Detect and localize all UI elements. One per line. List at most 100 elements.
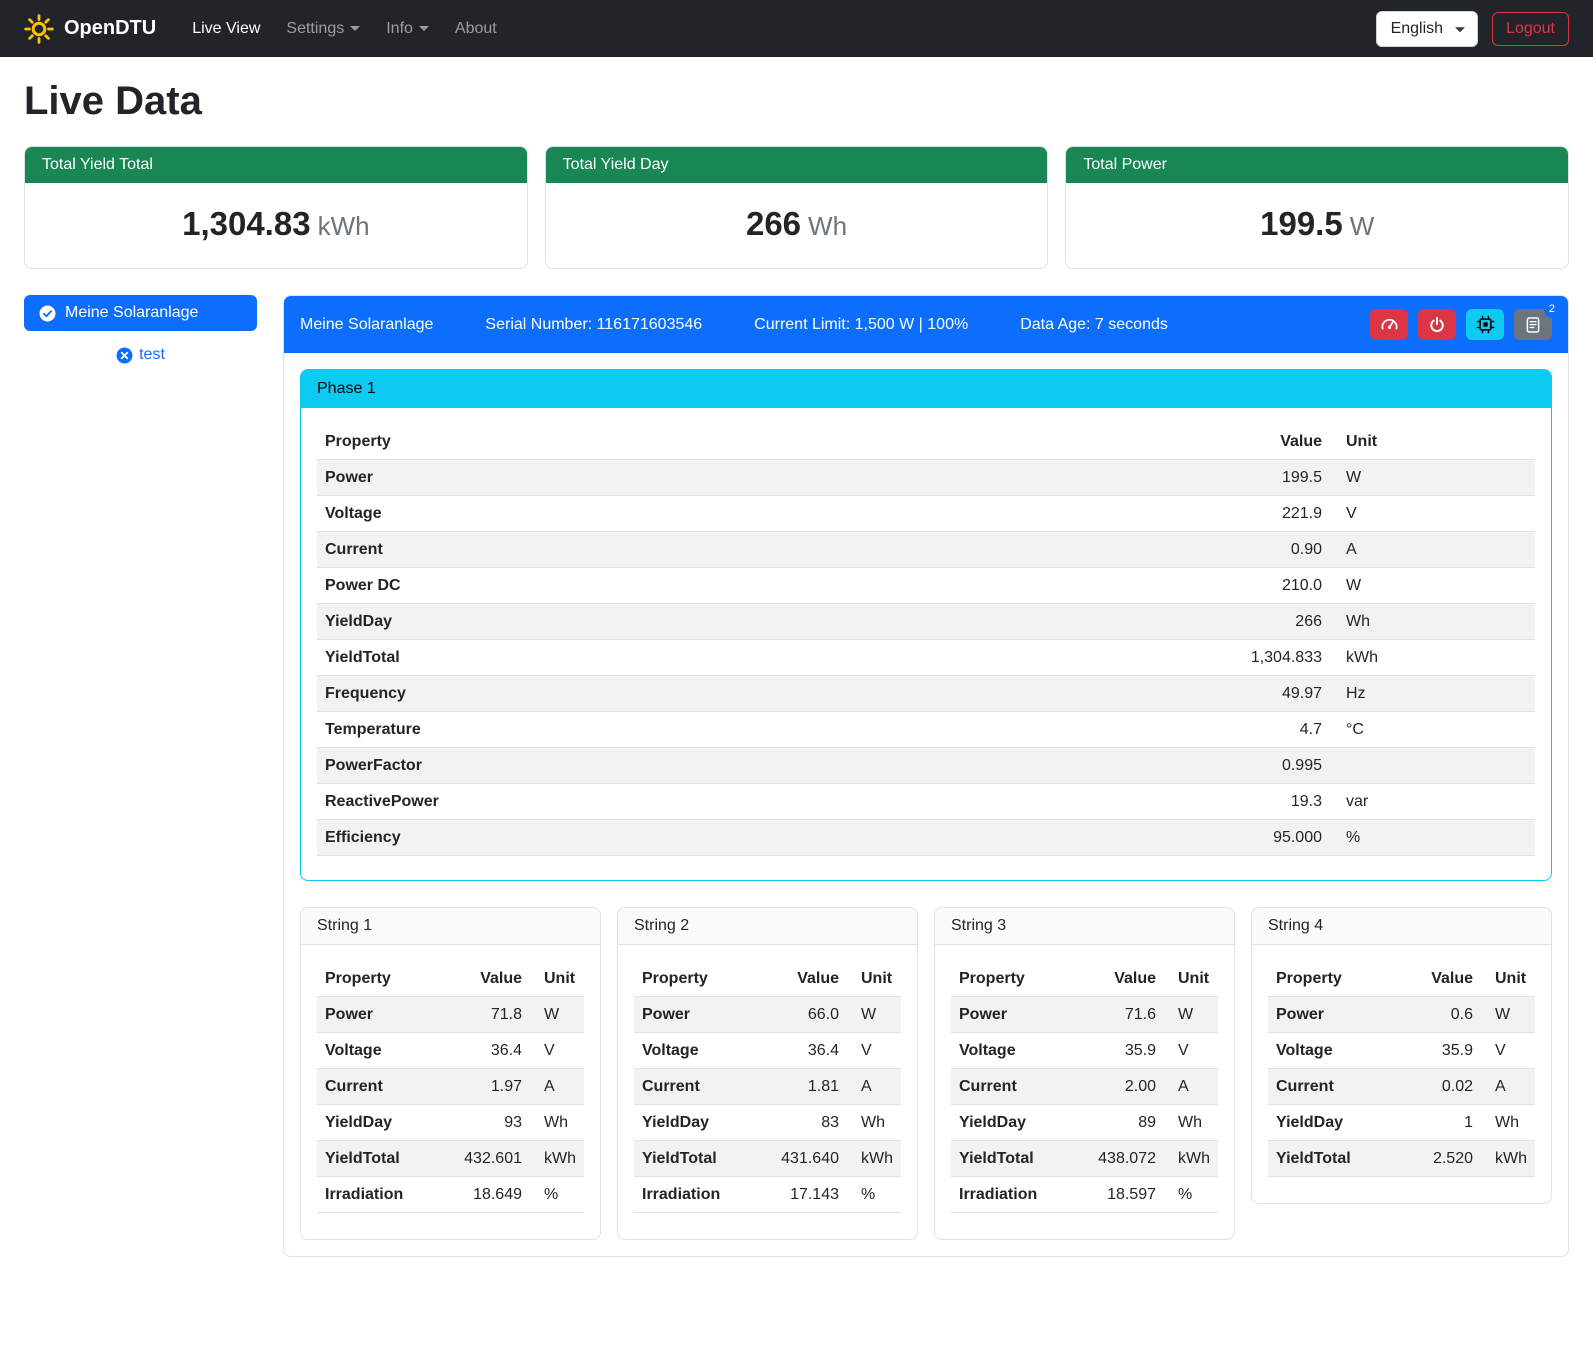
table-row: Power71.8W bbox=[317, 997, 584, 1033]
inverter-header-buttons: 2 bbox=[1370, 309, 1552, 340]
string-card-header: String 4 bbox=[1252, 908, 1551, 945]
column-header-value: Value bbox=[1140, 424, 1330, 460]
nav-item-about[interactable]: About bbox=[445, 12, 507, 46]
logout-button[interactable]: Logout bbox=[1492, 12, 1569, 46]
page-title: Live Data bbox=[24, 79, 1569, 124]
cell-unit: kWh bbox=[1164, 1141, 1218, 1177]
table-row: Efficiency95.000% bbox=[317, 820, 1535, 856]
cell-unit: kWh bbox=[847, 1141, 901, 1177]
table-row: YieldTotal2.520kWh bbox=[1268, 1141, 1535, 1177]
cell-value: 210.0 bbox=[1140, 568, 1330, 604]
cell-unit: Wh bbox=[847, 1105, 901, 1141]
cell-property: Voltage bbox=[317, 496, 1140, 532]
string-table: Property Value Unit Power66.0WVoltage36.… bbox=[634, 961, 901, 1213]
nav-item-live-view[interactable]: Live View bbox=[182, 12, 270, 46]
cell-property: Current bbox=[317, 532, 1140, 568]
table-row: Power71.6W bbox=[951, 997, 1218, 1033]
cell-property: Voltage bbox=[1268, 1033, 1409, 1069]
table-row: Current1.97A bbox=[317, 1069, 584, 1105]
cell-property: Voltage bbox=[951, 1033, 1090, 1069]
table-row: Power DC210.0W bbox=[317, 568, 1535, 604]
language-select[interactable]: English bbox=[1376, 11, 1478, 47]
cell-value: 4.7 bbox=[1140, 712, 1330, 748]
string-table-body: Power66.0WVoltage36.4VCurrent1.81AYieldD… bbox=[634, 997, 901, 1213]
journal-icon bbox=[1524, 316, 1542, 334]
nav-item-label: About bbox=[455, 20, 497, 38]
column-header-property: Property bbox=[951, 961, 1090, 997]
table-row: Current2.00A bbox=[951, 1069, 1218, 1105]
cell-value: 35.9 bbox=[1409, 1033, 1481, 1069]
cell-unit: A bbox=[847, 1069, 901, 1105]
cell-unit: V bbox=[1481, 1033, 1535, 1069]
cell-value: 35.9 bbox=[1090, 1033, 1164, 1069]
cell-property: YieldDay bbox=[317, 1105, 456, 1141]
column-header-value: Value bbox=[456, 961, 530, 997]
cell-unit: Wh bbox=[530, 1105, 584, 1141]
cell-property: Irradiation bbox=[951, 1177, 1090, 1213]
cell-unit: V bbox=[530, 1033, 584, 1069]
table-header-row: Property Value Unit bbox=[634, 961, 901, 997]
cell-unit: % bbox=[1164, 1177, 1218, 1213]
cell-property: YieldDay bbox=[634, 1105, 773, 1141]
check-circle-icon bbox=[39, 305, 56, 322]
device-info-button[interactable] bbox=[1466, 309, 1504, 340]
cell-property: YieldTotal bbox=[317, 640, 1140, 676]
table-row: Voltage35.9V bbox=[1268, 1033, 1535, 1069]
nav-item-label: Settings bbox=[286, 20, 344, 38]
inverter-panel-header: Meine Solaranlage Serial Number: 1161716… bbox=[284, 296, 1568, 353]
table-row: Irradiation18.649% bbox=[317, 1177, 584, 1213]
cell-value: 1.81 bbox=[773, 1069, 847, 1105]
cell-value: 431.640 bbox=[773, 1141, 847, 1177]
nav-item-settings[interactable]: Settings bbox=[276, 12, 370, 46]
table-header-row: Property Value Unit bbox=[317, 961, 584, 997]
top-navbar: OpenDTU Live View Settings Info About En… bbox=[0, 0, 1593, 57]
string-card-2: String 2 Property Value Unit bbox=[617, 907, 918, 1240]
cell-value: 66.0 bbox=[773, 997, 847, 1033]
strings-row: String 1 Property Value Unit bbox=[300, 907, 1552, 1240]
phase-card-body: Property Value Unit Power199.5WVoltage22… bbox=[301, 408, 1551, 880]
limit-settings-button[interactable] bbox=[1370, 309, 1408, 340]
cell-unit: A bbox=[1481, 1069, 1535, 1105]
table-row: Voltage221.9V bbox=[317, 496, 1535, 532]
cell-value: 83 bbox=[773, 1105, 847, 1141]
nav-item-info[interactable]: Info bbox=[376, 12, 439, 46]
cell-unit: kWh bbox=[1330, 640, 1535, 676]
cell-property: Power bbox=[951, 997, 1090, 1033]
cell-value: 432.601 bbox=[456, 1141, 530, 1177]
cell-value: 266 bbox=[1140, 604, 1330, 640]
string-card-header: String 1 bbox=[301, 908, 600, 945]
cpu-icon bbox=[1476, 315, 1495, 334]
string-card-body: Property Value Unit Power0.6WVoltage35.9… bbox=[1252, 945, 1551, 1203]
cell-value: 0.90 bbox=[1140, 532, 1330, 568]
cell-value: 0.995 bbox=[1140, 748, 1330, 784]
cell-value: 71.8 bbox=[456, 997, 530, 1033]
cell-unit: Wh bbox=[1164, 1105, 1218, 1141]
cell-value: 89 bbox=[1090, 1105, 1164, 1141]
summary-cards: Total Yield Total 1,304.83kWh Total Yiel… bbox=[24, 146, 1569, 269]
column-header-unit: Unit bbox=[1164, 961, 1218, 997]
inverter-sidebar: Meine Solaranlage test bbox=[24, 295, 257, 364]
cell-unit bbox=[1330, 748, 1535, 784]
phase-card: Phase 1 Property Value Unit Power199.5WV… bbox=[300, 369, 1552, 881]
string-table-body: Power71.6WVoltage35.9VCurrent2.00AYieldD… bbox=[951, 997, 1218, 1213]
inverter-select-button[interactable]: Meine Solaranlage bbox=[24, 295, 257, 331]
power-icon bbox=[1428, 316, 1446, 334]
nav-item-label: Info bbox=[386, 20, 413, 38]
power-settings-button[interactable] bbox=[1418, 309, 1456, 340]
cell-unit: W bbox=[1481, 997, 1535, 1033]
sidebar-item-test[interactable]: test bbox=[24, 346, 257, 364]
cell-property: YieldDay bbox=[951, 1105, 1090, 1141]
cell-value: 71.6 bbox=[1090, 997, 1164, 1033]
cell-property: Power bbox=[1268, 997, 1409, 1033]
cell-property: Frequency bbox=[317, 676, 1140, 712]
column-header-unit: Unit bbox=[1481, 961, 1535, 997]
content-row: Meine Solaranlage test Meine Solaranlage… bbox=[24, 295, 1569, 1257]
cell-unit: W bbox=[1164, 997, 1218, 1033]
cell-property: Power bbox=[317, 460, 1140, 496]
string-card-body: Property Value Unit Power71.6WVoltage35.… bbox=[935, 945, 1234, 1239]
brand[interactable]: OpenDTU bbox=[24, 14, 156, 44]
event-log-button[interactable]: 2 bbox=[1514, 309, 1552, 340]
string-table: Property Value Unit Power71.8WVoltage36.… bbox=[317, 961, 584, 1213]
cell-unit: kWh bbox=[1481, 1141, 1535, 1177]
cell-unit: % bbox=[847, 1177, 901, 1213]
